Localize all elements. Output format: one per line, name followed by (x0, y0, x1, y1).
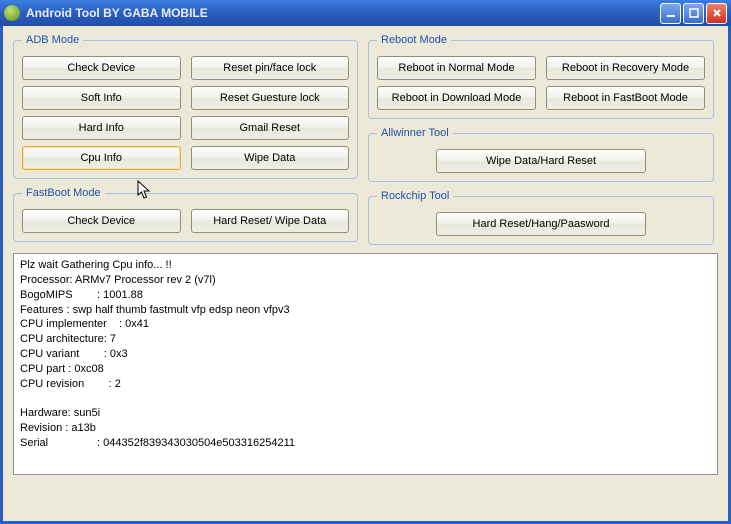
cpu-info-button[interactable]: Cpu Info (22, 146, 181, 170)
adb-mode-group: ADB Mode Check Device Reset pin/face loc… (13, 34, 358, 179)
titlebar: Android Tool BY GABA MOBILE (0, 0, 731, 26)
reboot-normal-button[interactable]: Reboot in Normal Mode (377, 56, 536, 80)
client-area: ADB Mode Check Device Reset pin/face loc… (0, 26, 731, 524)
rockchip-hardreset-button[interactable]: Hard Reset/Hang/Paasword (436, 212, 646, 236)
fb-check-device-button[interactable]: Check Device (22, 209, 181, 233)
fastboot-legend: FastBoot Mode (22, 187, 105, 199)
rockchip-legend: Rockchip Tool (377, 190, 453, 202)
output-textbox[interactable]: Plz wait Gathering Cpu info... !! Proces… (13, 253, 718, 475)
rockchip-tool-group: Rockchip Tool Hard Reset/Hang/Paasword (368, 190, 714, 245)
app-icon (4, 5, 20, 21)
gmail-reset-button[interactable]: Gmail Reset (191, 116, 350, 140)
reboot-recovery-button[interactable]: Reboot in Recovery Mode (546, 56, 705, 80)
reset-pin-button[interactable]: Reset pin/face lock (191, 56, 350, 80)
reboot-mode-group: Reboot Mode Reboot in Normal Mode Reboot… (368, 34, 714, 119)
window-title: Android Tool BY GABA MOBILE (26, 6, 660, 20)
close-button[interactable] (706, 3, 727, 24)
window-buttons (660, 3, 727, 24)
allwinner-tool-group: Allwinner Tool Wipe Data/Hard Reset (368, 127, 714, 182)
soft-info-button[interactable]: Soft Info (22, 86, 181, 110)
allwinner-legend: Allwinner Tool (377, 127, 453, 139)
wipe-data-button[interactable]: Wipe Data (191, 146, 350, 170)
reboot-download-button[interactable]: Reboot in Download Mode (377, 86, 536, 110)
reset-gesture-button[interactable]: Reset Guesture lock (191, 86, 350, 110)
minimize-button[interactable] (660, 3, 681, 24)
check-device-button[interactable]: Check Device (22, 56, 181, 80)
reboot-legend: Reboot Mode (377, 34, 451, 46)
adb-legend: ADB Mode (22, 34, 83, 46)
hard-info-button[interactable]: Hard Info (22, 116, 181, 140)
maximize-button[interactable] (683, 3, 704, 24)
allwinner-wipe-button[interactable]: Wipe Data/Hard Reset (436, 149, 646, 173)
fb-hard-reset-button[interactable]: Hard Reset/ Wipe Data (191, 209, 350, 233)
reboot-fastboot-button[interactable]: Reboot in FastBoot Mode (546, 86, 705, 110)
fastboot-mode-group: FastBoot Mode Check Device Hard Reset/ W… (13, 187, 358, 242)
